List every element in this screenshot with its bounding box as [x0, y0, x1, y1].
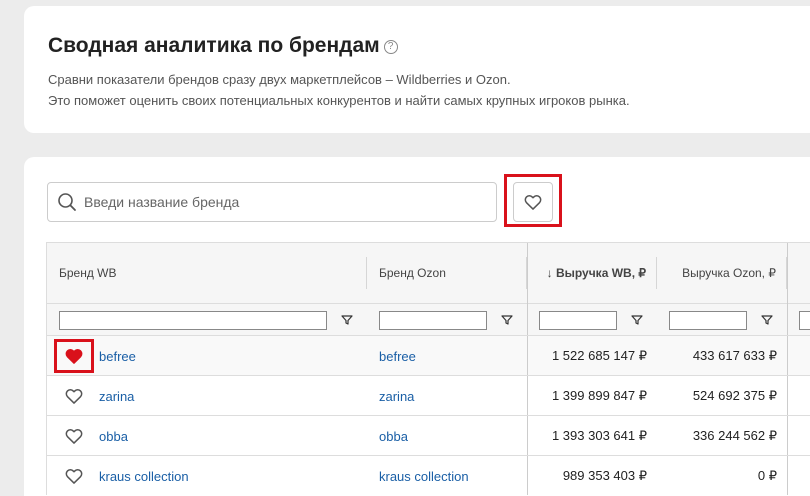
revenue-ozon-value: 0 ₽ [757, 468, 777, 483]
table-row: obba obba 1 393 303 641 ₽ 336 244 562 ₽ [47, 415, 810, 455]
filter-input-revenue-wb[interactable] [539, 311, 617, 330]
revenue-ozon-value: 524 692 375 ₽ [692, 388, 777, 403]
column-header-next [787, 243, 810, 303]
brand-ozon-link[interactable]: befree [379, 336, 416, 376]
description-line-1: Сравни показатели брендов сразу двух мар… [48, 72, 511, 87]
revenue-ozon-value: 336 244 562 ₽ [692, 428, 777, 443]
description-line-2: Это поможет оценить своих потенциальных … [48, 93, 630, 108]
help-icon[interactable]: ? [383, 40, 398, 54]
filter-input-brand-wb[interactable] [59, 311, 327, 330]
filter-icon[interactable] [761, 314, 773, 326]
brands-table: Бренд WB Бренд Ozon ↓ Выручка WB, ₽ Выру… [46, 242, 810, 495]
column-divider [527, 336, 528, 375]
search-input[interactable] [84, 183, 484, 221]
revenue-wb-value: 1 399 899 847 ₽ [551, 388, 647, 403]
filter-icon[interactable] [501, 314, 513, 326]
table-row: befree befree 1 522 685 147 ₽ 433 617 633 ₽ [47, 335, 810, 375]
brand-wb-link[interactable]: kraus collection [99, 456, 189, 496]
filter-input-next[interactable] [799, 311, 810, 330]
brand-ozon-link[interactable]: zarina [379, 376, 414, 416]
page-title-text: Сводная аналитика по брендам [48, 34, 380, 57]
table-header: Бренд WB Бренд Ozon ↓ Выручка WB, ₽ Выру… [47, 242, 810, 335]
column-header-brand-ozon[interactable]: Бренд Ozon [367, 257, 527, 289]
column-divider [787, 376, 788, 415]
filter-input-revenue-ozon[interactable] [669, 311, 747, 330]
column-header-brand-wb[interactable]: Бренд WB [47, 257, 367, 289]
column-divider [527, 416, 528, 455]
column-divider [787, 456, 788, 495]
brands-panel: Бренд WB Бренд Ozon ↓ Выручка WB, ₽ Выру… [24, 157, 810, 496]
page-description: Сравни показатели брендов сразу двух мар… [48, 69, 630, 111]
heart-outline-icon[interactable] [64, 386, 84, 406]
column-divider [787, 243, 788, 335]
table-row: zarina zarina 1 399 899 847 ₽ 524 692 375 ₽ [47, 375, 810, 415]
filter-icon[interactable] [341, 314, 353, 326]
favorites-filter-button[interactable] [513, 182, 553, 222]
filter-row [47, 303, 810, 336]
brand-ozon-link[interactable]: kraus collection [379, 456, 469, 496]
column-header-revenue-wb[interactable]: ↓ Выручка WB, ₽ [527, 257, 657, 289]
header-card: Сводная аналитика по брендам? Сравни пок… [24, 6, 810, 133]
column-label: ↓ Выручка WB, ₽ [546, 266, 646, 280]
page-title: Сводная аналитика по брендам? [48, 34, 398, 58]
brand-wb-link[interactable]: befree [99, 336, 136, 376]
column-label: Выручка Ozon, ₽ [682, 266, 776, 280]
column-divider [787, 416, 788, 455]
table-body: befree befree 1 522 685 147 ₽ 433 617 633 ₽… [47, 335, 810, 495]
revenue-wb-value: 1 522 685 147 ₽ [551, 348, 647, 363]
heart-filled-icon[interactable] [64, 346, 84, 366]
column-label: Бренд Ozon [379, 266, 446, 280]
column-divider [527, 376, 528, 415]
brand-ozon-link[interactable]: obba [379, 416, 408, 456]
brand-wb-link[interactable]: zarina [99, 376, 134, 416]
filter-icon[interactable] [631, 314, 643, 326]
revenue-wb-value: 1 393 303 641 ₽ [551, 428, 647, 443]
brand-wb-link[interactable]: obba [99, 416, 128, 456]
search-icon [58, 193, 76, 211]
heart-outline-icon[interactable] [64, 426, 84, 446]
heart-outline-icon[interactable] [64, 466, 84, 486]
column-divider [527, 456, 528, 495]
table-row: kraus collection kraus collection 989 353 … [47, 455, 810, 495]
heart-outline-icon [524, 194, 542, 210]
search-box [47, 182, 497, 222]
column-divider [787, 336, 788, 375]
column-label: Бренд WB [59, 266, 117, 280]
column-divider [527, 243, 528, 335]
filter-input-brand-ozon[interactable] [379, 311, 487, 330]
column-header-revenue-ozon[interactable]: Выручка Ozon, ₽ [657, 257, 787, 289]
revenue-ozon-value: 433 617 633 ₽ [692, 348, 777, 363]
revenue-wb-value: 989 353 403 ₽ [562, 468, 647, 483]
